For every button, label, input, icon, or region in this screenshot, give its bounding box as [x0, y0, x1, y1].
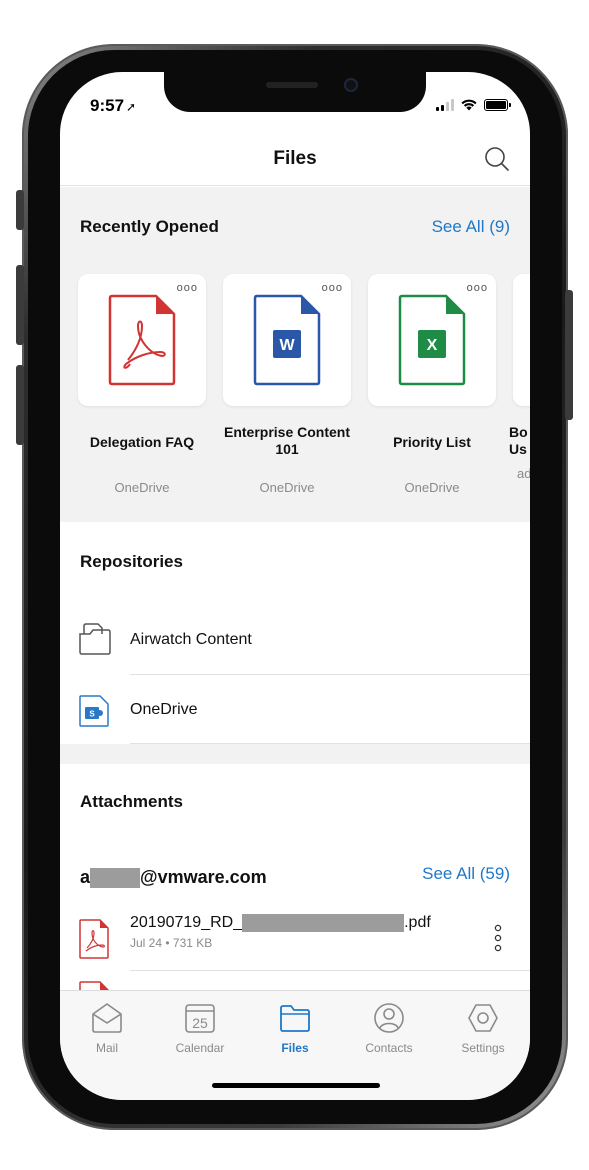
battery-icon: [484, 98, 511, 111]
location-arrow-icon: ➚: [126, 100, 137, 114]
file-name-suffix: .pdf: [404, 914, 431, 932]
card-thumbnail[interactable]: ooo: [78, 274, 206, 406]
recent-card-enterprise-content[interactable]: ooo W Enterprise Content 101 OneDrive: [223, 274, 351, 495]
repo-item-onedrive[interactable]: S OneDrive: [60, 674, 530, 744]
attachments-title: Attachments: [80, 792, 183, 811]
tab-label: Mail: [95, 1041, 118, 1055]
navigation-bar: Files: [60, 134, 530, 186]
tab-mail[interactable]: Mail: [62, 1001, 152, 1055]
screen: 9:57➚ Files Recently Opened See All (9): [60, 72, 530, 1100]
tab-calendar[interactable]: 25 Calendar: [155, 1001, 245, 1055]
tab-bar: Mail 25 Calendar Files Contacts Settings: [60, 990, 530, 1100]
sharepoint-icon: S: [79, 695, 109, 727]
speaker-grille: [266, 82, 318, 88]
attachment-file-name: 20190719_RD_ .pdf: [130, 914, 431, 932]
more-vertical-icon[interactable]: [494, 924, 502, 952]
svg-text:S: S: [89, 710, 95, 719]
tab-settings[interactable]: Settings: [438, 1001, 528, 1055]
recent-see-all-link[interactable]: See All (9): [432, 217, 510, 237]
wifi-icon: [461, 99, 477, 111]
word-file-icon: W: [253, 294, 321, 386]
tab-label: Files: [281, 1041, 309, 1055]
card-source: OneDrive: [259, 480, 315, 495]
card-source: OneDrive: [404, 480, 460, 495]
recent-card-delegation-faq[interactable]: ooo Delegation FAQ OneDrive: [78, 274, 206, 495]
power-button: [565, 290, 573, 420]
attachment-account-email: a @vmware.com: [80, 867, 267, 889]
card-thumbnail[interactable]: ooo X: [368, 274, 496, 406]
tab-label: Contacts: [365, 1041, 413, 1055]
folder-icon: [280, 1005, 310, 1032]
more-options-icon[interactable]: ooo: [177, 282, 198, 294]
email-prefix: a: [80, 867, 91, 887]
more-options-icon[interactable]: ooo: [467, 282, 488, 294]
repo-label: Airwatch Content: [130, 631, 252, 648]
recent-card-priority-list[interactable]: ooo X Priority List OneDrive: [368, 274, 496, 495]
front-camera: [344, 78, 358, 92]
card-source: ad: [517, 466, 530, 481]
calendar-date: 25: [192, 1015, 208, 1031]
settings-icon: [468, 1004, 498, 1032]
mail-icon: [92, 1003, 122, 1033]
contacts-icon: [374, 1003, 404, 1033]
card-source: OneDrive: [114, 480, 170, 495]
excel-file-icon: X: [398, 294, 466, 386]
volume-up-button: [16, 265, 24, 345]
redacted-block: [90, 868, 141, 889]
notch: [164, 72, 426, 112]
tab-label: Settings: [461, 1041, 505, 1055]
svg-text:X: X: [427, 337, 438, 354]
silent-switch: [16, 190, 24, 230]
calendar-icon: 25: [185, 1004, 215, 1033]
tab-label: Calendar: [175, 1041, 225, 1055]
card-thumbnail[interactable]: [513, 274, 530, 406]
recent-card-partial[interactable]: Bo Us ad: [509, 274, 530, 481]
tab-files[interactable]: Files: [250, 1001, 340, 1055]
redacted-block: [242, 914, 405, 932]
tab-contacts[interactable]: Contacts: [344, 1001, 434, 1055]
attachment-file-meta: Jul 24 • 731 KB: [130, 936, 213, 950]
card-title: Bo Us: [509, 424, 528, 457]
repo-item-airwatch-content[interactable]: Airwatch Content: [60, 604, 530, 674]
attachment-file-row[interactable]: 20190719_RD_ .pdf Jul 24 • 731 KB: [60, 910, 530, 970]
card-thumbnail[interactable]: ooo W: [223, 274, 351, 406]
pdf-file-icon: [79, 919, 109, 959]
pdf-file-icon: [108, 294, 176, 386]
attachments-see-all-link[interactable]: See All (59): [422, 864, 510, 884]
email-suffix: @vmware.com: [140, 867, 267, 887]
folder-icon: [79, 623, 111, 655]
divider: [130, 970, 530, 971]
status-icons: [436, 98, 511, 111]
status-time: 9:57 ➚: [90, 96, 136, 116]
more-options-icon[interactable]: ooo: [322, 282, 343, 294]
recently-opened-title: Recently Opened: [80, 217, 219, 236]
svg-text:W: W: [279, 337, 295, 354]
volume-down-button: [16, 365, 24, 445]
page-title: Files: [273, 148, 317, 169]
repositories-title: Repositories: [80, 552, 183, 571]
search-icon[interactable]: [482, 144, 512, 174]
card-title: Delegation FAQ: [89, 434, 195, 450]
recent-cards-carousel[interactable]: ooo Delegation FAQ OneDrive ooo W Enterp…: [78, 274, 530, 504]
section-gap: [60, 744, 530, 764]
file-name-prefix: 20190719_RD_: [130, 914, 243, 932]
status-time-text: 9:57: [90, 96, 125, 115]
cellular-signal-icon: [436, 98, 454, 111]
card-title: Enterprise Content 101: [223, 424, 350, 457]
home-indicator[interactable]: [212, 1083, 380, 1088]
card-title: Priority List: [393, 434, 471, 450]
repo-label: OneDrive: [130, 701, 198, 718]
